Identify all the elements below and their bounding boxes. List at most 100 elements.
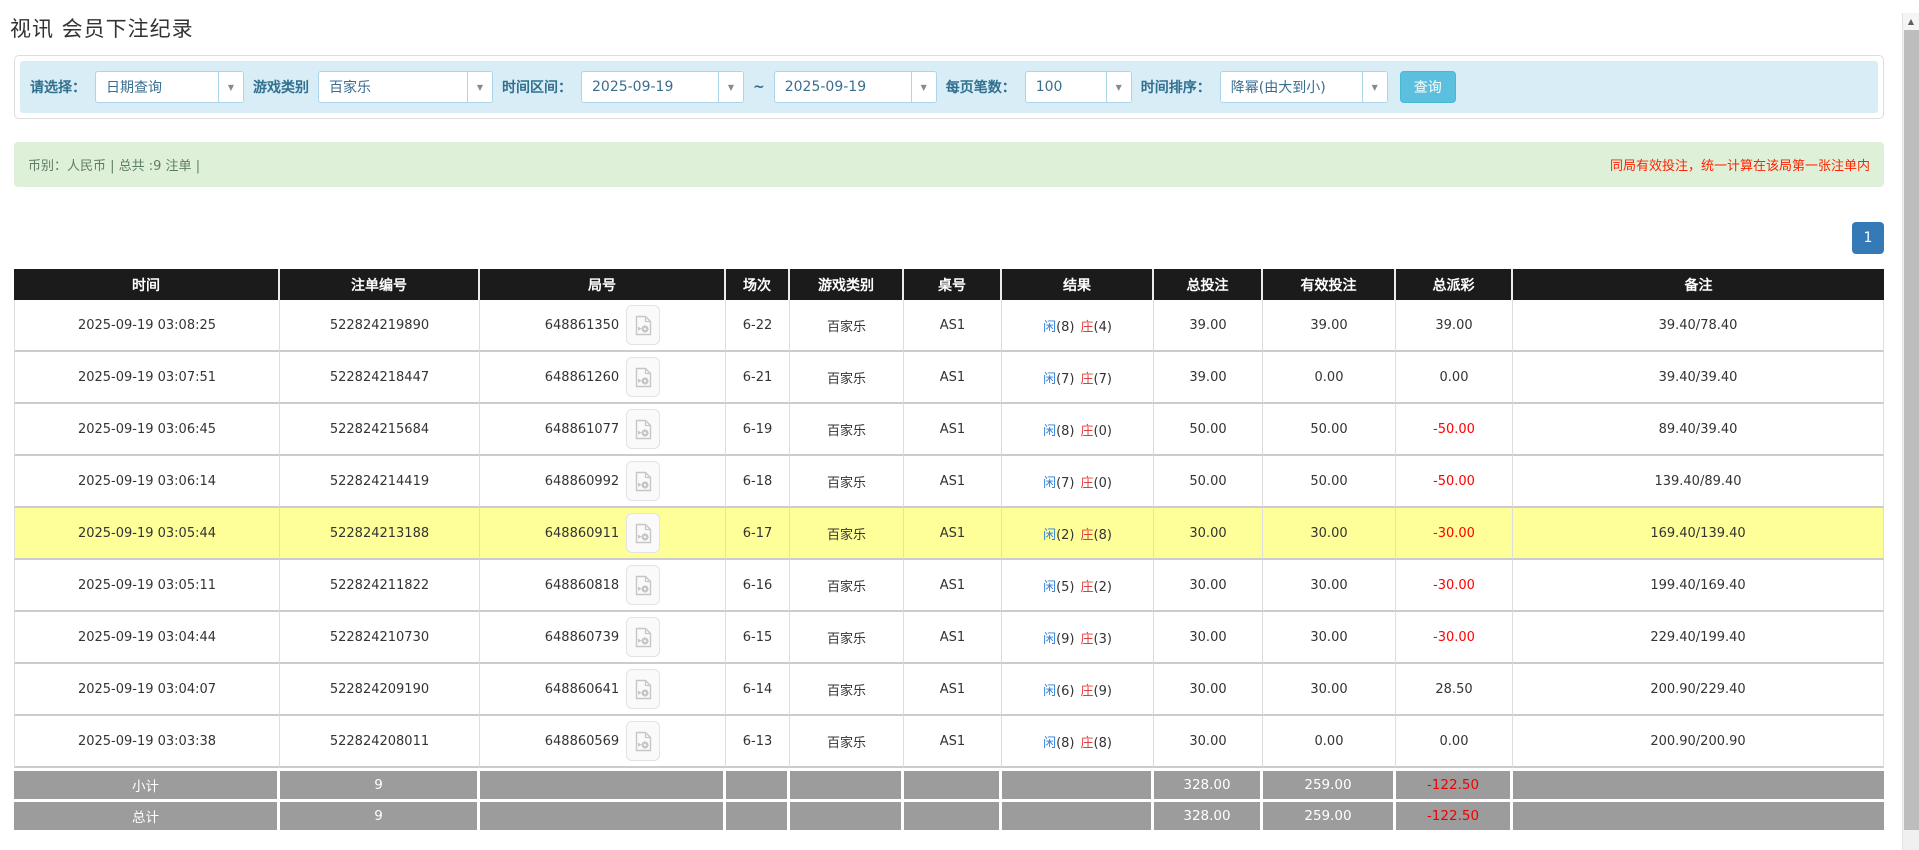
- video-record-button[interactable]: [626, 565, 661, 605]
- cell-bet-number: 522824218447: [280, 352, 480, 404]
- video-record-button[interactable]: [626, 669, 661, 709]
- result-player: 闲: [1043, 579, 1057, 595]
- cell-result: 闲(8) 庄(0): [1002, 404, 1154, 456]
- cell-round-number: 648860911: [480, 508, 726, 560]
- cell-result: 闲(6) 庄(9): [1002, 664, 1154, 716]
- column-header: 注单编号: [280, 269, 480, 300]
- cell-session: 6-21: [726, 352, 790, 404]
- cell-result: 闲(9) 庄(3): [1002, 612, 1154, 664]
- cell-remark: 229.40/199.40: [1513, 612, 1884, 664]
- date-from-picker[interactable]: 2025-09-19 ▼: [581, 71, 744, 103]
- cell-total-bet: 50.00: [1154, 456, 1263, 508]
- cell-valid-bet: 0.00: [1263, 716, 1396, 768]
- cell-game-type: 百家乐: [790, 716, 904, 768]
- query-type-select[interactable]: 日期查询 ▼: [95, 71, 244, 103]
- cell-time: 2025-09-19 03:06:45: [14, 404, 280, 456]
- cell-time: 2025-09-19 03:03:38: [14, 716, 280, 768]
- cell-time: 2025-09-19 03:08:25: [14, 300, 280, 352]
- time-sort-select[interactable]: 降幂(由大到小) ▼: [1219, 71, 1388, 103]
- table-row: 2025-09-19 03:08:25 522824219890 648861350…: [14, 300, 1884, 352]
- column-header: 备注: [1513, 269, 1884, 300]
- cell-payout: 0.00: [1396, 352, 1513, 404]
- cell-payout: 39.00: [1396, 300, 1513, 352]
- chevron-down-icon[interactable]: ▼: [718, 72, 743, 102]
- video-record-button[interactable]: [626, 409, 661, 449]
- summary-payout: -122.50: [1396, 768, 1513, 799]
- video-record-button[interactable]: [626, 721, 661, 761]
- cell-time: 2025-09-19 03:07:51: [14, 352, 280, 404]
- cell-bet-number: 522824211822: [280, 560, 480, 612]
- video-record-button[interactable]: [626, 357, 661, 397]
- chevron-down-icon[interactable]: ▼: [1361, 72, 1387, 102]
- cell-payout: -30.00: [1396, 560, 1513, 612]
- scroll-up-arrow-icon[interactable]: ▲: [1903, 13, 1919, 30]
- chevron-down-icon[interactable]: ▼: [910, 72, 936, 102]
- cell-total-bet: 30.00: [1154, 664, 1263, 716]
- page-size-value: 100: [1035, 79, 1063, 95]
- chevron-down-icon[interactable]: ▼: [467, 72, 492, 102]
- cell-table-number: AS1: [904, 612, 1002, 664]
- pagination-page-1[interactable]: 1: [1852, 222, 1884, 254]
- scrollbar[interactable]: ▲: [1902, 13, 1919, 850]
- table-row: 2025-09-19 03:04:44 522824210730 648860739…: [14, 612, 1884, 664]
- summary-count: 9: [280, 799, 480, 830]
- result-banker: 庄: [1080, 631, 1094, 647]
- cell-total-bet: 39.00: [1154, 300, 1263, 352]
- cell-payout: -50.00: [1396, 456, 1513, 508]
- cell-table-number: AS1: [904, 456, 1002, 508]
- column-header: 游戏类别: [790, 269, 904, 300]
- table-body: 2025-09-19 03:08:25 522824219890 648861350…: [14, 300, 1884, 768]
- date-range-separator: ~: [753, 79, 765, 95]
- table-row: 2025-09-19 03:06:45 522824215684 648861077…: [14, 404, 1884, 456]
- result-player: 闲: [1043, 527, 1057, 543]
- video-record-icon: [635, 419, 651, 439]
- result-banker: 庄: [1080, 423, 1094, 439]
- result-player: 闲: [1043, 631, 1057, 647]
- table-summary-row: 总计 9 328.00 259.00 -122.50: [14, 799, 1884, 830]
- cell-payout: 0.00: [1396, 716, 1513, 768]
- cell-payout: -30.00: [1396, 612, 1513, 664]
- chevron-down-icon[interactable]: ▼: [218, 72, 243, 102]
- video-record-button[interactable]: [626, 513, 661, 553]
- cell-session: 6-16: [726, 560, 790, 612]
- date-to-picker[interactable]: 2025-09-19 ▼: [773, 71, 937, 103]
- page-size-select[interactable]: 100 ▼: [1024, 71, 1132, 103]
- cell-valid-bet: 30.00: [1263, 612, 1396, 664]
- game-type-select[interactable]: 百家乐 ▼: [318, 71, 493, 103]
- cell-round-number: 648860641: [480, 664, 726, 716]
- result-player: 闲: [1043, 371, 1057, 387]
- search-button[interactable]: 查询: [1399, 71, 1456, 103]
- time-sort-label: 时间排序：: [1140, 80, 1211, 96]
- cell-bet-number: 522824208011: [280, 716, 480, 768]
- summary-currency-count: 币别：人民币 | 总共 :9 注单 |: [28, 159, 201, 174]
- cell-remark: 169.40/139.40: [1513, 508, 1884, 560]
- video-record-button[interactable]: [626, 617, 661, 657]
- cell-valid-bet: 30.00: [1263, 560, 1396, 612]
- table-footer: 小计 9 328.00 259.00 -122.50 总计 9 328.00 259.00 -12…: [14, 768, 1884, 830]
- main-content: 视讯 会员下注纪录 请选择： 日期查询 ▼ 游戏类别 百家乐 ▼ 时间区间： 2…: [10, 13, 1884, 830]
- cell-result: 闲(7) 庄(0): [1002, 456, 1154, 508]
- cell-remark: 200.90/229.40: [1513, 664, 1884, 716]
- scrollbar-thumb[interactable]: [1904, 30, 1919, 830]
- game-type-label: 游戏类别: [253, 80, 309, 96]
- column-header: 局号: [480, 269, 726, 300]
- cell-valid-bet: 30.00: [1263, 664, 1396, 716]
- video-record-button[interactable]: [626, 305, 661, 345]
- cell-valid-bet: 50.00: [1263, 404, 1396, 456]
- video-record-button[interactable]: [626, 461, 661, 501]
- chevron-down-icon[interactable]: ▼: [1105, 72, 1131, 102]
- summary-bar: 币别：人民币 | 总共 :9 注单 | 同局有效投注，统一计算在该局第一张注单内: [14, 142, 1884, 187]
- summary-count: 9: [280, 768, 480, 799]
- video-record-icon: [635, 367, 651, 387]
- cell-table-number: AS1: [904, 300, 1002, 352]
- cell-round-number: 648860818: [480, 560, 726, 612]
- result-player: 闲: [1043, 735, 1057, 751]
- cell-total-bet: 30.00: [1154, 612, 1263, 664]
- summary-label: 小计: [14, 768, 280, 799]
- result-banker: 庄: [1080, 475, 1094, 491]
- cell-payout: 28.50: [1396, 664, 1513, 716]
- cell-bet-number: 522824214419: [280, 456, 480, 508]
- cell-remark: 199.40/169.40: [1513, 560, 1884, 612]
- result-banker: 庄: [1080, 735, 1094, 751]
- cell-remark: 39.40/78.40: [1513, 300, 1884, 352]
